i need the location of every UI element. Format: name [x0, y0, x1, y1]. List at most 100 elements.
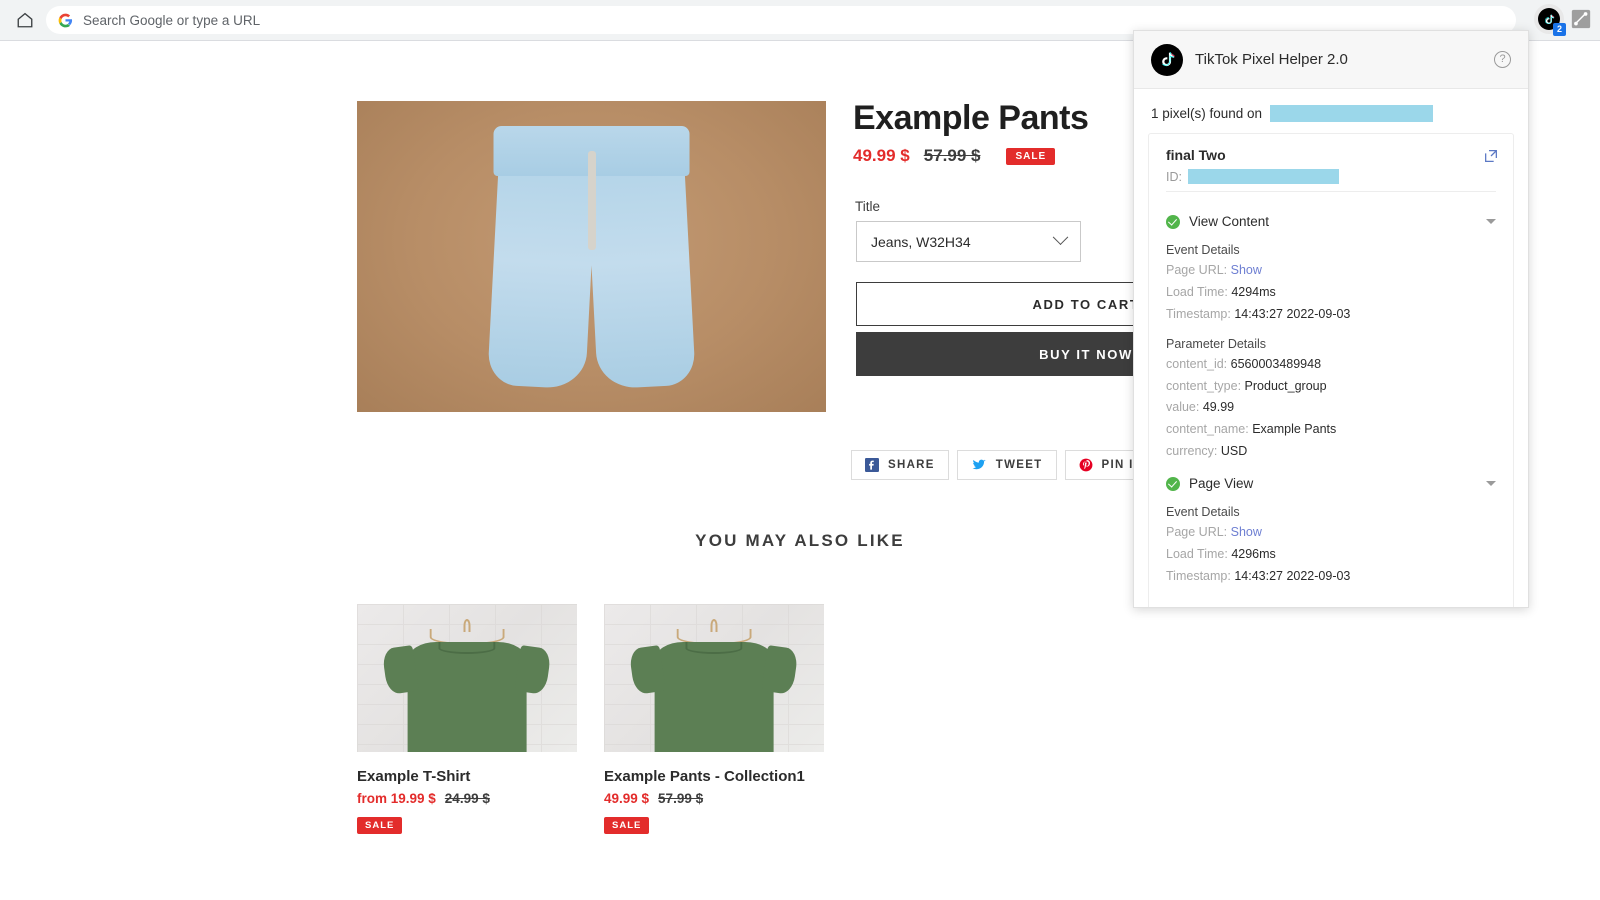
recommendation-prices: from 19.99 $ 24.99 $ — [357, 791, 577, 806]
chevron-down-icon[interactable] — [1486, 219, 1496, 224]
detail-timestamp: Timestamp: 14:43:27 2022-09-03 — [1166, 568, 1496, 585]
detail-value: 14:43:27 2022-09-03 — [1234, 306, 1351, 321]
list-item[interactable]: Example T-Shirt from 19.99 $ 24.99 $ SAL… — [357, 604, 577, 834]
variant-label: Title — [855, 199, 881, 214]
detail-page-url: Page URL: Show — [1166, 262, 1496, 279]
event-details-heading: Event Details — [1166, 505, 1240, 519]
pixel-card-header: final Two ID: — [1149, 134, 1513, 202]
param-key: content_type: — [1166, 378, 1242, 393]
share-twitter-button[interactable]: TWEET — [956, 450, 1057, 480]
detail-value-link[interactable]: Show — [1231, 263, 1262, 277]
detail-value-link[interactable]: Show — [1231, 525, 1262, 539]
original-price: 57.99 $ — [923, 146, 981, 165]
recommendation-image[interactable] — [604, 604, 824, 752]
recommendation-current-price: 49.99 $ — [604, 791, 650, 806]
google-g-icon — [58, 13, 73, 28]
green-check-icon — [1166, 214, 1180, 229]
recommendation-prices: 49.99 $ 57.99 $ — [604, 791, 824, 806]
event-name: Page View — [1189, 476, 1254, 491]
recommendation-current-price: from 19.99 $ — [357, 791, 436, 806]
event-page-view: Page View Event Details Page URL: Show L… — [1149, 460, 1513, 585]
param-value: 49.99 — [1202, 400, 1235, 415]
detail-value: 14:43:27 2022-09-03 — [1234, 568, 1351, 583]
sale-badge: SALE — [1006, 147, 1056, 165]
twitter-icon — [972, 459, 986, 470]
tshirt-shape — [407, 642, 527, 752]
extension-badge-count: 2 — [1553, 23, 1566, 36]
share-row: SHARE TWEET PIN IT — [851, 450, 1156, 480]
redacted-url — [1270, 105, 1434, 122]
param-content-id: content_id: 6560003489948 — [1166, 356, 1496, 373]
detail-key: Page URL: — [1166, 263, 1228, 277]
variant-select[interactable]: Jeans, W32H34 — [856, 221, 1081, 262]
tshirt-collar — [685, 642, 743, 655]
popup-scrollbar[interactable] — [1522, 89, 1528, 607]
param-content-type: content_type: Product_group — [1166, 378, 1496, 395]
detail-key: Load Time: — [1166, 546, 1228, 561]
tiktok-pixel-helper-popup: TikTok Pixel Helper 2.0 ? 1 pixel(s) fou… — [1133, 30, 1529, 608]
list-item[interactable]: Example Pants - Collection1 49.99 $ 57.9… — [604, 604, 824, 834]
facebook-icon — [865, 458, 879, 472]
event-header[interactable]: Page View — [1166, 476, 1496, 491]
home-icon[interactable] — [10, 5, 40, 35]
recommendation-image[interactable] — [357, 604, 577, 752]
param-currency: currency: USD — [1166, 443, 1496, 460]
param-value: USD — [1220, 444, 1248, 459]
divider — [1166, 191, 1496, 192]
param-value: Example Pants — [1252, 422, 1337, 437]
jeans-drawstring — [587, 150, 596, 251]
recommendation-sale-badge: SALE — [604, 817, 650, 834]
param-key: content_name: — [1166, 422, 1249, 437]
event-view-content: View Content Event Details Page URL: Sho… — [1149, 202, 1513, 460]
pixels-found-row: 1 pixel(s) found on — [1134, 89, 1528, 133]
product-image[interactable] — [357, 101, 826, 412]
product-title: Example Pants — [853, 99, 1089, 137]
detail-value: 4294ms — [1231, 284, 1276, 299]
redacted-pixel-id — [1187, 169, 1339, 184]
chevron-down-icon — [1052, 229, 1069, 246]
share-facebook-label: SHARE — [888, 459, 935, 471]
param-key: value: — [1166, 400, 1200, 415]
pixel-name: final Two — [1166, 147, 1226, 163]
param-value: value: 49.99 — [1166, 399, 1496, 416]
question-mark-icon[interactable]: ? — [1494, 51, 1511, 68]
param-key: content_id: — [1166, 356, 1228, 371]
detail-load-time: Load Time: 4294ms — [1166, 284, 1496, 301]
share-facebook-button[interactable]: SHARE — [851, 450, 949, 480]
recommendation-original-price: 57.99 $ — [658, 791, 704, 806]
detail-key: Timestamp: — [1166, 568, 1231, 583]
event-details-heading: Event Details — [1166, 243, 1240, 257]
variant-select-value: Jeans, W32H34 — [871, 233, 971, 250]
event-name: View Content — [1189, 214, 1270, 229]
pixel-card: final Two ID: View Content Event Details… — [1148, 133, 1514, 607]
recommendation-sale-badge: SALE — [357, 817, 403, 834]
address-bar-placeholder: Search Google or type a URL — [83, 12, 261, 28]
current-price: 49.99 $ — [853, 146, 910, 165]
extensions-puzzle-icon[interactable] — [1568, 6, 1594, 32]
tiktok-pixel-helper-button[interactable]: 2 — [1534, 4, 1566, 36]
chevron-down-icon[interactable] — [1486, 481, 1496, 486]
popup-header: TikTok Pixel Helper 2.0 ? — [1134, 31, 1528, 89]
recommendation-title: Example Pants - Collection1 — [604, 768, 805, 785]
tiktok-logo-icon — [1151, 43, 1183, 76]
event-header[interactable]: View Content — [1166, 214, 1496, 229]
external-link-icon[interactable] — [1483, 148, 1499, 164]
share-twitter-label: TWEET — [995, 459, 1043, 471]
detail-timestamp: Timestamp: 14:43:27 2022-09-03 — [1166, 306, 1496, 323]
param-value: Product_group — [1244, 378, 1327, 393]
detail-page-url: Page URL: Show — [1166, 524, 1496, 541]
param-key: currency: — [1166, 444, 1218, 459]
pixel-id-row: ID: — [1166, 169, 1496, 184]
detail-value: 4296ms — [1231, 546, 1276, 561]
jeans-left-leg — [487, 157, 598, 390]
recommendation-original-price: 24.99 $ — [444, 791, 490, 806]
detail-key: Page URL: — [1166, 525, 1228, 539]
pixel-id-label: ID: — [1166, 169, 1182, 184]
recommendations-list: Example T-Shirt from 19.99 $ 24.99 $ SAL… — [357, 604, 824, 834]
tshirt-shape — [654, 642, 774, 752]
tshirt-collar — [438, 642, 496, 655]
detail-key: Timestamp: — [1166, 306, 1231, 321]
param-content-name: content_name: Example Pants — [1166, 421, 1496, 438]
jeans-right-leg — [585, 157, 696, 390]
green-check-icon — [1166, 476, 1180, 491]
